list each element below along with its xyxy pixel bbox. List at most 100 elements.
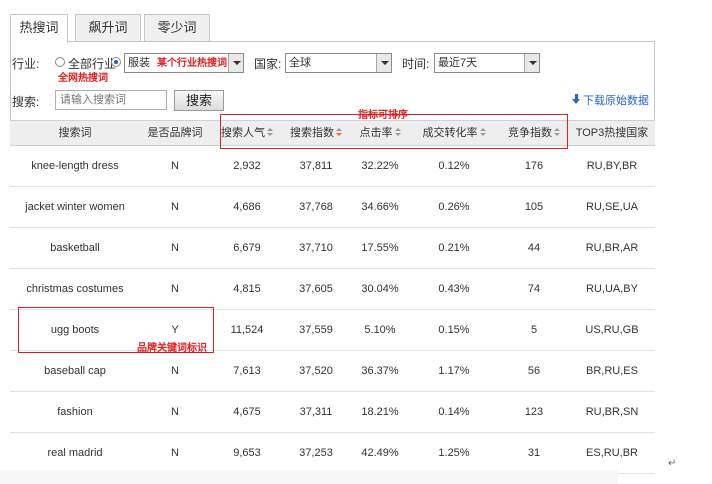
cell-top3-countries: BR,RU,ES <box>586 365 638 377</box>
filter-row: 行业: 全部行业 服装 国家: 全球 时间: 最近7天 <box>12 53 652 73</box>
cell-click-rate: 32.22% <box>361 160 399 172</box>
cell-is-brand: N <box>171 160 179 172</box>
cell-competition-index: 31 <box>527 447 541 459</box>
tab-rare-words[interactable]: 零少词 <box>144 14 210 42</box>
time-select-value: 最近7天 <box>438 57 478 69</box>
header-keyword: 搜索词 <box>58 127 92 139</box>
tab-rising-words[interactable]: 飙升词 <box>75 14 141 42</box>
cell-click-rate: 42.49% <box>361 447 399 459</box>
cell-popularity: 6,679 <box>233 242 261 254</box>
cell-keyword[interactable]: knee-length dress <box>10 146 140 187</box>
search-label: 搜索: <box>12 95 40 109</box>
header-top3-countries: TOP3热搜国家 <box>575 127 649 139</box>
industry-label: 行业: <box>12 57 40 71</box>
cell-top3-countries: RU,BR,AR <box>585 242 639 254</box>
cell-popularity: 9,653 <box>233 447 261 459</box>
cell-keyword[interactable]: fashion <box>10 392 140 433</box>
cell-competition-index: 5 <box>530 324 538 336</box>
table-row: fashion N 4,675 37,311 18.21% 0.14% 123 … <box>10 392 655 433</box>
sortable-metrics-highlight-box <box>220 114 568 149</box>
cell-popularity: 4,686 <box>233 201 261 213</box>
cell-click-rate: 18.21% <box>361 406 399 418</box>
cell-search-index: 37,768 <box>299 201 333 213</box>
country-label: 国家: <box>254 57 282 71</box>
cell-conversion-rate: 1.25% <box>438 447 470 459</box>
chevron-down-icon <box>376 54 391 72</box>
industry-select-value: 服装 <box>128 57 150 69</box>
cell-search-index: 37,605 <box>299 283 333 295</box>
cell-conversion-rate: 0.14% <box>438 406 470 418</box>
table-row: basketball N 6,679 37,710 17.55% 0.21% 4… <box>10 228 655 269</box>
return-arrow-icon: ↵ <box>668 458 677 469</box>
cell-top3-countries: RU,SE,UA <box>586 201 638 213</box>
chevron-down-icon <box>524 54 539 72</box>
cell-popularity: 4,815 <box>233 283 261 295</box>
cell-keyword[interactable]: basketball <box>10 228 140 269</box>
cell-top3-countries: RU,BR,SN <box>585 406 639 418</box>
download-link[interactable]: 下载原始数据 <box>572 92 649 108</box>
cell-click-rate: 34.66% <box>361 201 399 213</box>
cell-competition-index: 74 <box>527 283 541 295</box>
search-input[interactable] <box>55 90 167 110</box>
cell-top3-countries: RU,UA,BY <box>586 283 638 295</box>
cell-keyword[interactable]: baseball cap <box>10 351 140 392</box>
table-row: baseball cap N 7,613 37,520 36.37% 1.17%… <box>10 351 655 392</box>
header-is-brand: 是否品牌词 <box>147 127 203 139</box>
annotation-global-hot: 全网热搜词 <box>58 73 108 84</box>
cell-conversion-rate: 0.21% <box>438 242 470 254</box>
cell-popularity: 4,675 <box>233 406 261 418</box>
download-icon <box>572 94 581 105</box>
country-select[interactable]: 全球 <box>285 53 392 73</box>
cell-competition-index: 44 <box>527 242 541 254</box>
table-row: jacket winter women N 4,686 37,768 34.66… <box>10 187 655 228</box>
cell-search-index: 37,311 <box>299 406 333 418</box>
cell-conversion-rate: 1.17% <box>438 365 470 377</box>
country-select-value: 全球 <box>289 57 311 69</box>
cell-competition-index: 105 <box>524 201 544 213</box>
cell-conversion-rate: 0.43% <box>438 283 470 295</box>
annotation-industry-hot: 某个行业热搜词 <box>157 58 227 69</box>
cell-is-brand: N <box>171 201 179 213</box>
cell-conversion-rate: 0.12% <box>438 160 470 172</box>
cell-popularity: 2,932 <box>233 160 261 172</box>
radio-all-industries[interactable] <box>55 57 65 67</box>
cell-search-index: 37,520 <box>299 365 333 377</box>
table-row: real madrid N 9,653 37,253 42.49% 1.25% … <box>10 433 655 474</box>
cell-keyword[interactable]: christmas costumes <box>10 269 140 310</box>
time-select[interactable]: 最近7天 <box>434 53 540 73</box>
bottom-strip <box>0 470 618 484</box>
cell-top3-countries: ES,RU,BR <box>586 447 638 459</box>
time-label: 时间: <box>402 57 430 71</box>
cell-is-brand: N <box>171 406 179 418</box>
cell-is-brand: N <box>171 447 179 459</box>
cell-click-rate: 17.55% <box>361 242 399 254</box>
cell-competition-index: 56 <box>527 365 541 377</box>
radio-industry[interactable] <box>111 57 121 67</box>
cell-search-index: 37,710 <box>299 242 333 254</box>
cell-keyword[interactable]: real madrid <box>10 433 140 474</box>
cell-search-index: 37,559 <box>299 324 333 336</box>
table-row: christmas costumes N 4,815 37,605 30.04%… <box>10 269 655 310</box>
cell-click-rate: 30.04% <box>361 283 399 295</box>
table-row: knee-length dress N 2,932 37,811 32.22% … <box>10 146 655 187</box>
cell-is-brand: N <box>171 242 179 254</box>
download-label: 下载原始数据 <box>583 95 649 107</box>
cell-is-brand: N <box>171 283 179 295</box>
cell-keyword[interactable]: jacket winter women <box>10 187 140 228</box>
cell-click-rate: 5.10% <box>364 324 396 336</box>
chevron-down-icon <box>228 54 243 72</box>
cell-conversion-rate: 0.15% <box>438 324 470 336</box>
cell-competition-index: 176 <box>524 160 544 172</box>
tab-hot-words[interactable]: 热搜词 <box>10 14 68 43</box>
search-row: 搜索: 搜索 下载原始数据 <box>12 90 652 112</box>
cell-top3-countries: RU,BY,BR <box>586 160 638 172</box>
cell-top3-countries: US,RU,GB <box>585 324 639 336</box>
annotation-brand-tag: 品牌关键词标识 <box>137 343 207 354</box>
cell-click-rate: 36.37% <box>361 365 399 377</box>
cell-search-index: 37,811 <box>299 160 333 172</box>
tab-bar: 热搜词 飙升词 零少词 <box>10 14 655 43</box>
cell-search-index: 37,253 <box>299 447 333 459</box>
cell-conversion-rate: 0.26% <box>438 201 470 213</box>
search-button[interactable]: 搜索 <box>174 90 224 111</box>
cell-popularity: 11,524 <box>230 324 264 336</box>
